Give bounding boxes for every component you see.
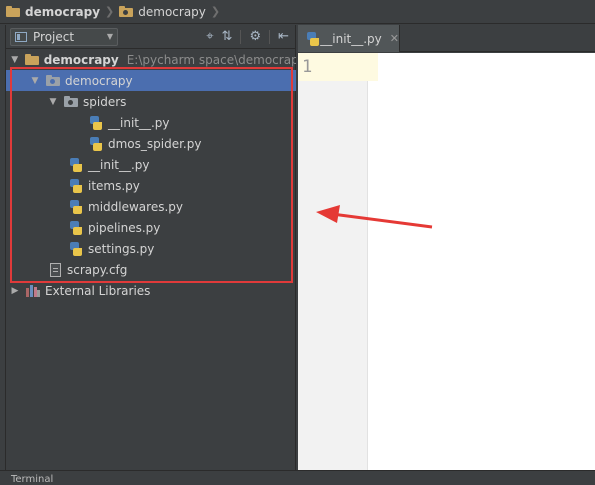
tree-item-label: spiders	[83, 94, 127, 109]
expand-arrow-icon[interactable]	[10, 286, 20, 296]
tree-item-label: dmos_spider.py	[108, 136, 202, 151]
tree-item-external-libraries[interactable]: External Libraries	[6, 280, 296, 301]
breadcrumb-item-package[interactable]: democrapy	[115, 0, 210, 24]
python-file-icon	[69, 199, 83, 214]
tree-item-label: middlewares.py	[88, 199, 183, 214]
toolbar-divider	[269, 29, 271, 44]
breadcrumb-label: democrapy	[25, 4, 101, 19]
chevron-right-icon: ❯	[210, 5, 221, 18]
python-file-icon	[69, 220, 83, 235]
collapse-all-icon[interactable]: ⇅	[222, 29, 233, 44]
tree-item-settings[interactable]: settings.py	[6, 238, 296, 259]
tree-item-package-init[interactable]: __init__.py	[6, 154, 296, 175]
expand-arrow-icon[interactable]	[30, 76, 40, 86]
python-file-icon	[89, 136, 103, 151]
python-file-icon	[69, 241, 83, 256]
breadcrumb: democrapy ❯ democrapy ❯	[0, 0, 595, 24]
package-folder-icon	[46, 75, 60, 86]
tree-item-spiders-init[interactable]: __init__.py	[6, 112, 296, 133]
panel-toolbar: ⌖ ⇅ ⚙ ⇤	[206, 29, 295, 44]
config-file-icon	[50, 262, 61, 277]
tree-item-label: democrapy	[43, 52, 119, 67]
tab-init-py[interactable]: __init__.py ✕	[298, 25, 400, 52]
line-number: 1	[302, 57, 313, 77]
breadcrumb-label: democrapy	[138, 4, 206, 19]
project-panel: Project ▼ ⌖ ⇅ ⚙ ⇤ democrapy E:\pycharm s…	[6, 25, 296, 470]
expand-arrow-icon[interactable]	[48, 97, 58, 107]
project-icon	[15, 31, 27, 42]
target-icon[interactable]: ⌖	[206, 29, 213, 44]
tree-item-scrapy-cfg[interactable]: scrapy.cfg	[6, 259, 296, 280]
tree-item-dmos-spider[interactable]: dmos_spider.py	[6, 133, 296, 154]
tree-item-package[interactable]: democrapy	[6, 70, 296, 91]
python-file-icon	[306, 31, 320, 46]
project-panel-header: Project ▼ ⌖ ⇅ ⚙ ⇤	[6, 25, 295, 49]
folder-icon	[25, 54, 40, 65]
toolbar-divider	[240, 29, 242, 44]
bottom-tool-bar: Terminal	[0, 470, 595, 485]
tree-item-label: items.py	[88, 178, 140, 193]
tab-label: __init__.py	[320, 31, 382, 46]
tree-item-project-root[interactable]: democrapy E:\pycharm space\democrapy	[6, 49, 296, 70]
tree-item-label: pipelines.py	[88, 220, 161, 235]
tree-item-items[interactable]: items.py	[6, 175, 296, 196]
folder-icon	[6, 6, 20, 17]
terminal-tab[interactable]: Terminal	[11, 474, 53, 485]
tree-item-label: External Libraries	[45, 283, 151, 298]
tree-item-middlewares[interactable]: middlewares.py	[6, 196, 296, 217]
line-gutter	[298, 53, 368, 470]
tree-item-label: settings.py	[88, 241, 155, 256]
python-file-icon	[69, 178, 83, 193]
expand-arrow-icon[interactable]	[10, 55, 19, 65]
project-view-label: Project	[33, 29, 75, 44]
hide-panel-icon[interactable]: ⇤	[278, 29, 289, 44]
tree-item-label: scrapy.cfg	[67, 262, 128, 277]
package-folder-icon	[64, 96, 78, 107]
project-view-select[interactable]: Project ▼	[10, 27, 118, 46]
editor-tab-bar: __init__.py ✕	[298, 25, 595, 52]
tree-item-label: __init__.py	[88, 157, 150, 172]
breadcrumb-item-project[interactable]: democrapy	[2, 0, 104, 24]
close-icon[interactable]: ✕	[390, 32, 399, 45]
chevron-down-icon: ▼	[106, 32, 113, 41]
package-folder-icon	[119, 6, 134, 17]
chevron-right-icon: ❯	[105, 5, 115, 18]
tree-item-label: __init__.py	[108, 115, 170, 130]
gear-icon[interactable]: ⚙	[249, 29, 261, 44]
library-icon	[26, 284, 40, 297]
python-file-icon	[69, 157, 83, 172]
tree-item-label: democrapy	[65, 73, 133, 88]
tree-item-spiders[interactable]: spiders	[6, 91, 296, 112]
python-file-icon	[89, 115, 103, 130]
tree-item-pipelines[interactable]: pipelines.py	[6, 217, 296, 238]
code-editor[interactable]: 1	[298, 53, 595, 470]
project-path: E:\pycharm space\democrapy	[126, 52, 296, 67]
